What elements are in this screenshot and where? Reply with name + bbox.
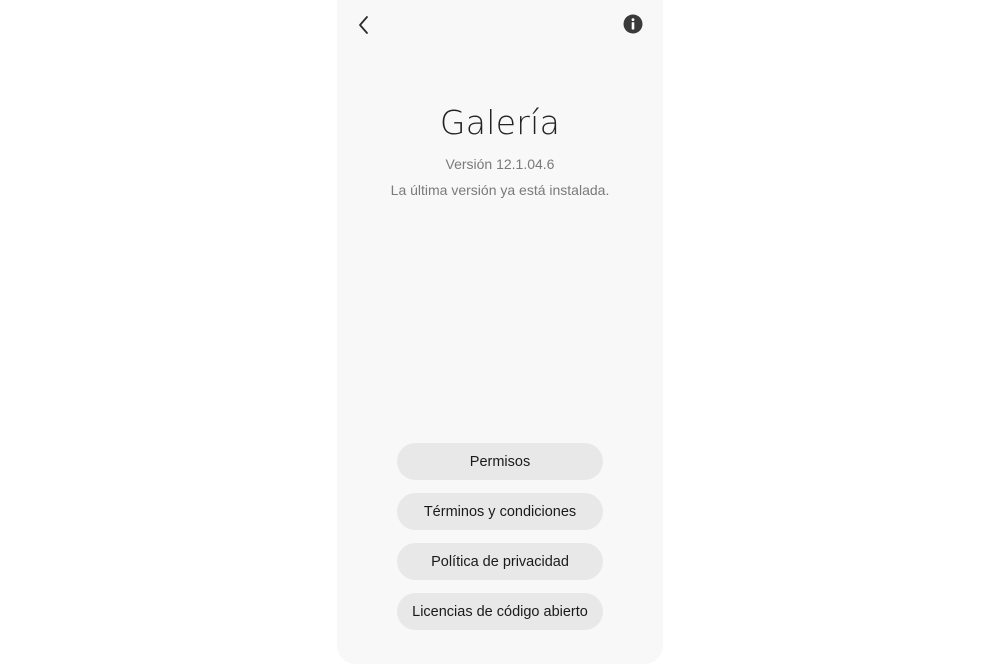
stage: Galería Versión 12.1.04.6 La última vers…	[0, 0, 1000, 664]
info-circle-icon	[623, 14, 643, 34]
permissions-button[interactable]: Permisos	[397, 443, 603, 480]
back-button[interactable]	[351, 12, 377, 38]
app-version: Versión 12.1.04.6	[445, 156, 555, 172]
update-status: La última versión ya está instalada.	[390, 182, 610, 198]
app-info-screen: Galería Versión 12.1.04.6 La última vers…	[337, 0, 663, 664]
terms-button[interactable]: Términos y condiciones	[397, 493, 603, 530]
info-button[interactable]	[623, 14, 643, 34]
actions-list: Permisos Términos y condiciones Política…	[397, 443, 603, 643]
privacy-policy-button[interactable]: Política de privacidad	[397, 543, 603, 580]
chevron-left-icon	[359, 16, 368, 34]
open-source-licenses-button[interactable]: Licencias de código abierto	[397, 593, 603, 630]
app-title: Galería	[439, 103, 561, 142]
